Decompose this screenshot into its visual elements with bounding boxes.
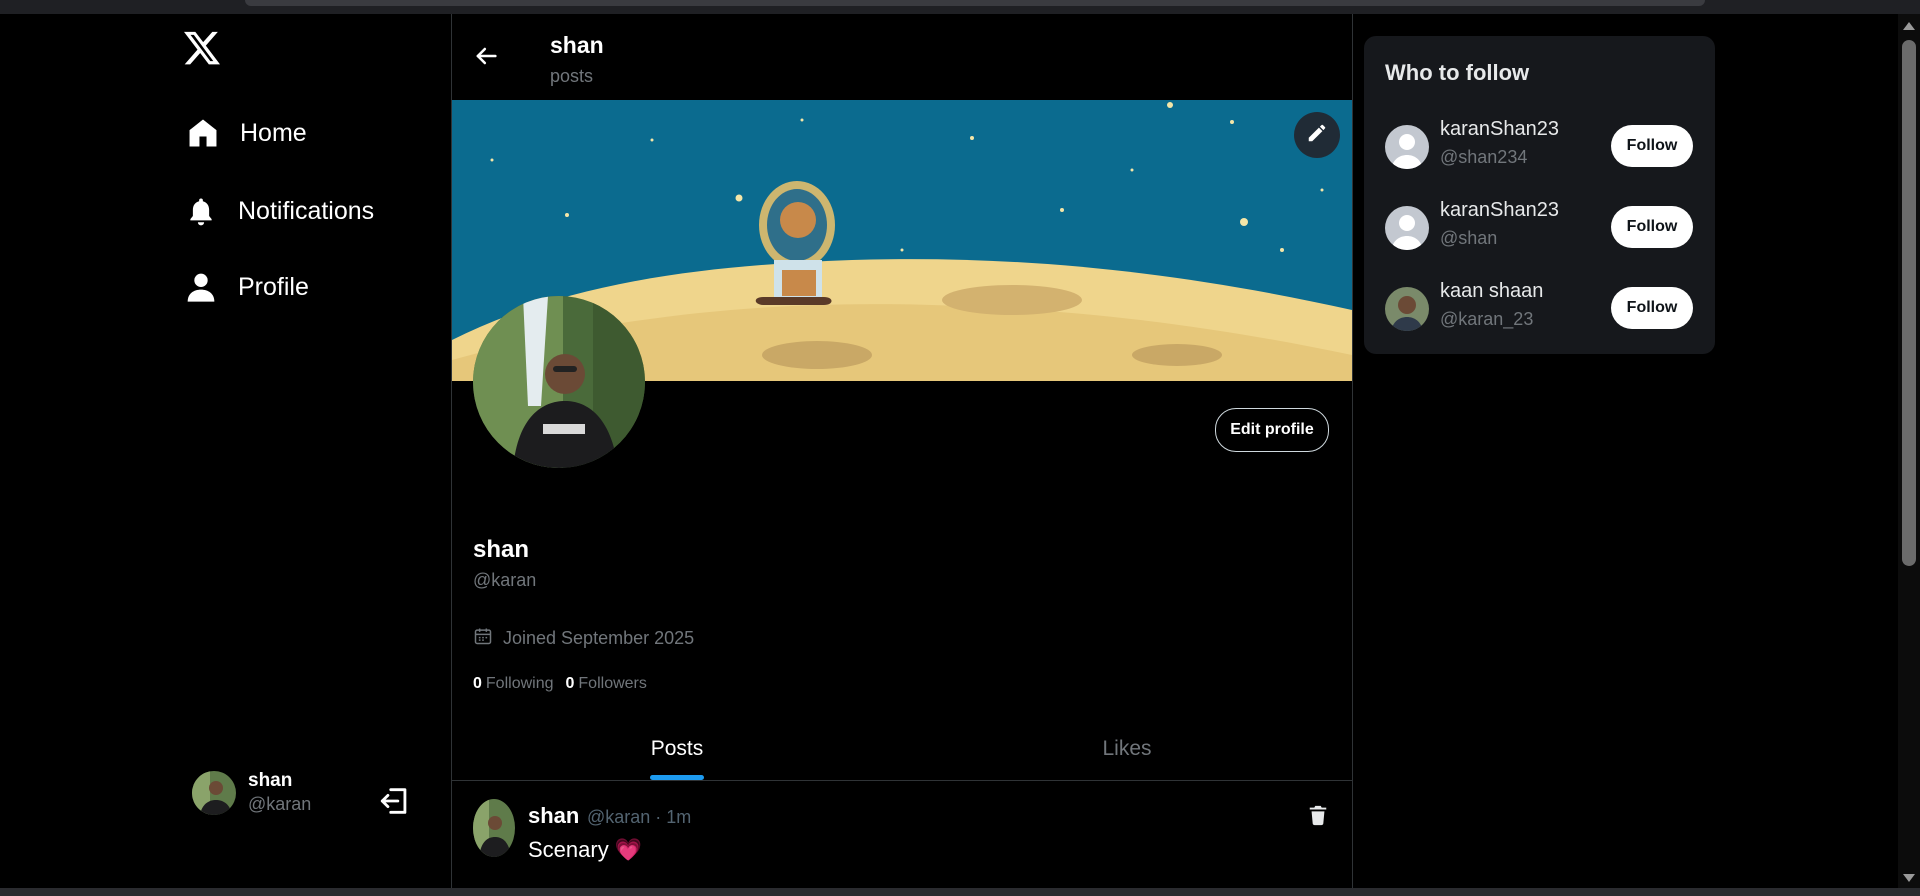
follow-stats: 0 Following 0 Followers	[473, 675, 647, 693]
followers-link[interactable]: 0 Followers	[566, 675, 647, 693]
following-label: Following	[485, 675, 554, 692]
post-text: Scenary 💗	[528, 837, 643, 862]
back-arrow-icon[interactable]	[472, 42, 500, 70]
calendar-icon	[473, 626, 493, 651]
active-tab-indicator	[650, 775, 704, 780]
post-meta: @karan · 1m	[587, 807, 692, 827]
account-handle: @karan	[248, 794, 312, 814]
profile-name: shan	[473, 536, 530, 563]
nav-profile[interactable]: Profile	[182, 268, 309, 306]
follow-button[interactable]: Follow	[1611, 206, 1693, 248]
suggestion-handle: @shan	[1440, 228, 1498, 248]
default-avatar-icon	[1385, 206, 1429, 250]
pencil-icon	[1306, 122, 1328, 149]
user-icon	[182, 268, 220, 306]
nav-home-label: Home	[240, 118, 307, 147]
followers-count: 0	[565, 675, 575, 692]
followers-label: Followers	[578, 675, 647, 692]
follow-button[interactable]: Follow	[1611, 125, 1693, 167]
account-name: shan	[248, 770, 293, 791]
who-to-follow-title: Who to follow	[1385, 60, 1530, 85]
tab-posts[interactable]: Posts	[452, 718, 902, 780]
bell-icon	[182, 192, 220, 230]
nav-profile-label: Profile	[238, 272, 309, 301]
joined-text: Joined September 2025	[503, 628, 695, 648]
browser-tab-strip	[245, 0, 1705, 6]
tab-posts-label: Posts	[650, 737, 704, 760]
suggestion-row[interactable]: kaan shaan @karan_23 Follow	[1385, 278, 1695, 334]
nav-notifications[interactable]: Notifications	[182, 192, 374, 230]
trash-icon[interactable]	[1307, 803, 1331, 829]
browser-bottom-bar	[0, 888, 1920, 896]
scrollbar-thumb[interactable]	[1902, 40, 1916, 566]
suggestion-name: karanShan23	[1440, 199, 1559, 221]
x-logo-icon[interactable]	[182, 28, 222, 68]
suggestion-row[interactable]: karanShan23 @shan234 Follow	[1385, 116, 1695, 172]
following-count: 0	[473, 675, 482, 692]
account-switcher[interactable]: shan @karan	[192, 770, 311, 815]
default-avatar-icon	[1385, 125, 1429, 169]
profile-tabs: Posts Likes	[452, 718, 1352, 781]
suggestion-name: kaan shaan	[1440, 280, 1544, 302]
avatar	[1385, 287, 1429, 331]
following-link[interactable]: 0 Following	[473, 675, 554, 693]
edit-profile-button[interactable]: Edit profile	[1215, 408, 1329, 452]
post-author[interactable]: shan	[528, 803, 579, 829]
profile-avatar[interactable]	[473, 296, 645, 468]
home-icon	[184, 114, 222, 152]
profile-handle: @karan	[473, 570, 537, 590]
suggestion-handle: @karan_23	[1440, 309, 1534, 329]
page-scrollbar[interactable]	[1898, 14, 1920, 888]
scroll-up-icon[interactable]	[1903, 22, 1915, 30]
nav-home[interactable]: Home	[184, 114, 307, 152]
edit-banner-button[interactable]	[1294, 112, 1340, 158]
follow-button[interactable]: Follow	[1611, 287, 1693, 329]
joined-date: Joined September 2025	[473, 626, 694, 651]
browser-top-bar	[0, 0, 1920, 14]
tab-likes[interactable]: Likes	[902, 718, 1352, 780]
logout-icon[interactable]	[378, 784, 412, 818]
nav-notifications-label: Notifications	[238, 196, 375, 225]
suggestion-name: karanShan23	[1440, 118, 1559, 140]
profile-header: shan posts	[452, 14, 1352, 100]
avatar	[192, 770, 236, 815]
post-avatar[interactable]	[473, 799, 515, 857]
tab-likes-label: Likes	[1102, 737, 1152, 760]
profile-column: shan posts Edit profile shan @karan Join…	[451, 14, 1353, 888]
suggestion-handle: @shan234	[1440, 147, 1528, 167]
who-to-follow-card: Who to follow karanShan23 @shan234 Follo…	[1364, 36, 1715, 354]
header-subtitle: posts	[550, 66, 594, 86]
suggestion-row[interactable]: karanShan23 @shan Follow	[1385, 197, 1695, 253]
header-title: shan	[550, 32, 604, 58]
scroll-down-icon[interactable]	[1903, 874, 1915, 882]
post-item[interactable]: shan @karan · 1m Scenary 💗	[452, 781, 1352, 888]
